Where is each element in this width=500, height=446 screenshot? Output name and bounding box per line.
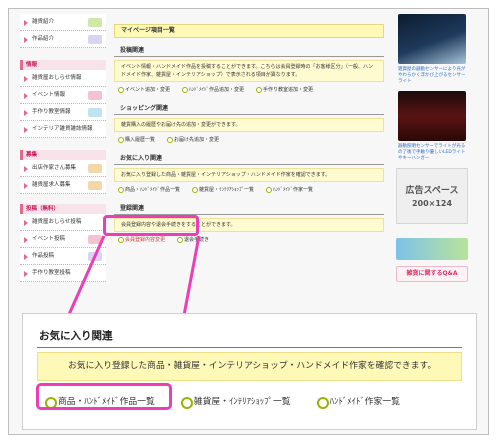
zoom-title: お気に入り関連 bbox=[39, 330, 113, 342]
zoom-divider bbox=[37, 347, 462, 348]
highlight-small bbox=[103, 215, 199, 236]
zoom-link-favorite-shops[interactable]: 雑貨屋・ｲﾝﾃﾘｱｼｮｯﾌﾟ一覧 bbox=[180, 395, 291, 409]
zoom-panel: お気に入り関連 お気に入り登録した商品・雑貨屋・インテリアショップ・ハンドメイド… bbox=[22, 313, 477, 430]
highlight-large bbox=[36, 383, 172, 410]
zoom-desc: お気に入り登録した商品・雑貨屋・インテリアショップ・ハンドメイド作家を確認できま… bbox=[37, 352, 462, 381]
zoom-link-favorite-artists[interactable]: ﾊﾝﾄﾞﾒｲﾄﾞ作家一覧 bbox=[316, 395, 400, 409]
